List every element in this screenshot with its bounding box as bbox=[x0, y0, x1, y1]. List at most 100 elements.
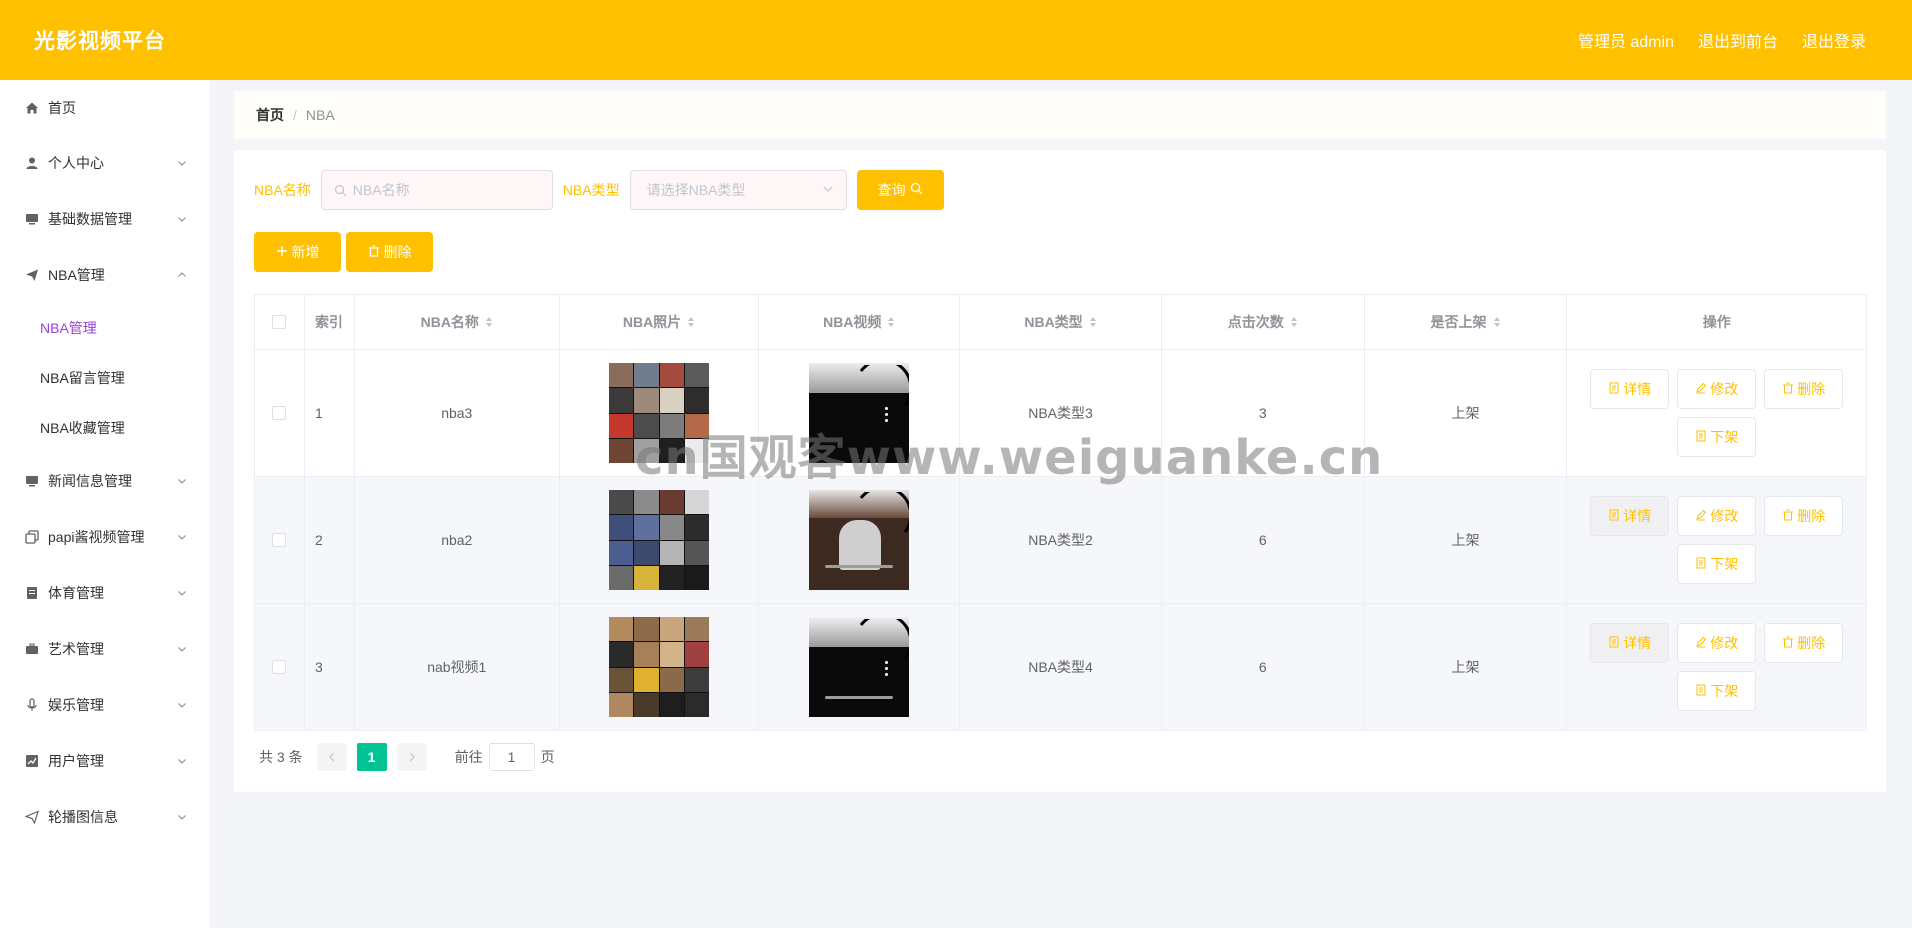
chart-icon bbox=[24, 753, 40, 769]
chevron-up-icon bbox=[176, 269, 188, 281]
nba-photo-thumbnail[interactable] bbox=[609, 363, 710, 463]
type-filter-label: NBA类型 bbox=[562, 182, 620, 198]
sidebar-item-papi[interactable]: papi酱视频管理 bbox=[0, 509, 210, 565]
row-clicks: 6 bbox=[1162, 477, 1365, 603]
row-video-cell bbox=[759, 350, 961, 476]
header-index: 索引 bbox=[305, 295, 355, 349]
row-video-cell bbox=[759, 604, 961, 730]
header-shelf[interactable]: 是否上架 bbox=[1365, 295, 1568, 349]
document-icon bbox=[1695, 429, 1707, 445]
sidebar-item-art[interactable]: 艺术管理 bbox=[0, 621, 210, 677]
delete-button[interactable]: 删除 bbox=[1764, 369, 1844, 409]
sidebar-item-carousel[interactable]: 轮播图信息 bbox=[0, 789, 210, 845]
row-clicks: 6 bbox=[1162, 604, 1365, 730]
sidebar-item-home[interactable]: 首页 bbox=[0, 80, 210, 135]
sidebar-item-news[interactable]: 新闻信息管理 bbox=[0, 453, 210, 509]
chevron-down-icon bbox=[176, 643, 188, 655]
detail-button[interactable]: 详情 bbox=[1590, 369, 1670, 409]
submenu-item-nba-messages[interactable]: NBA留言管理 bbox=[0, 353, 210, 403]
logout-link[interactable]: 退出登录 bbox=[1802, 28, 1866, 52]
query-button[interactable]: 查询 bbox=[856, 170, 944, 210]
select-all-checkbox[interactable] bbox=[272, 315, 287, 329]
chevron-down-icon bbox=[822, 182, 834, 198]
sidebar-item-base-data[interactable]: 基础数据管理 bbox=[0, 191, 210, 247]
nba-video-thumbnail[interactable] bbox=[809, 363, 910, 463]
sidebar-item-users[interactable]: 用户管理 bbox=[0, 733, 210, 789]
sidebar-item-label: 基础数据管理 bbox=[48, 211, 132, 227]
submenu-item-nba-manage[interactable]: NBA管理 bbox=[0, 303, 210, 353]
delete-button[interactable]: 删除 bbox=[1764, 496, 1844, 536]
edit-button[interactable]: 修改 bbox=[1677, 369, 1757, 409]
off-shelf-button[interactable]: 下架 bbox=[1677, 417, 1757, 457]
sort-icon[interactable] bbox=[1290, 316, 1298, 328]
header-photo[interactable]: NBA照片 bbox=[560, 295, 760, 349]
nba-photo-thumbnail[interactable] bbox=[609, 617, 710, 717]
bulk-delete-button[interactable]: 删除 bbox=[346, 232, 433, 272]
sidebar-item-personal[interactable]: 个人中心 bbox=[0, 135, 210, 191]
sidebar-item-label: 娱乐管理 bbox=[48, 697, 104, 713]
header-select-all[interactable] bbox=[255, 295, 305, 349]
add-button[interactable]: 新增 bbox=[254, 232, 341, 272]
row-clicks: 3 bbox=[1162, 350, 1365, 476]
row-checkbox[interactable] bbox=[272, 660, 287, 674]
monitor-icon bbox=[24, 473, 40, 489]
row-select[interactable] bbox=[255, 604, 305, 730]
off-shelf-button[interactable]: 下架 bbox=[1677, 544, 1757, 584]
delete-label: 删除 bbox=[383, 244, 412, 260]
page-number-current[interactable]: 1 bbox=[356, 743, 387, 771]
breadcrumb-home[interactable]: 首页 bbox=[256, 105, 284, 125]
sidebar-item-label: 用户管理 bbox=[48, 753, 104, 769]
row-select[interactable] bbox=[255, 477, 305, 603]
header-name[interactable]: NBA名称 bbox=[355, 295, 560, 349]
sort-icon[interactable] bbox=[1493, 316, 1501, 328]
table-row: 1 nba3 NBA类型3 3 上架 详情 修改 删除 下架 bbox=[255, 350, 1866, 477]
edit-button[interactable]: 修改 bbox=[1677, 496, 1757, 536]
user-icon bbox=[24, 155, 40, 171]
off-shelf-label: 下架 bbox=[1710, 429, 1739, 445]
sidebar-item-entertainment[interactable]: 娱乐管理 bbox=[0, 677, 210, 733]
detail-button[interactable]: 详情 bbox=[1590, 623, 1670, 663]
detail-button[interactable]: 详情 bbox=[1590, 496, 1670, 536]
off-shelf-button[interactable]: 下架 bbox=[1677, 671, 1757, 711]
table-body: 1 nba3 NBA类型3 3 上架 详情 修改 删除 下架 2 nba2 NB… bbox=[255, 350, 1866, 731]
type-select[interactable]: 请选择NBA类型 bbox=[629, 170, 847, 210]
breadcrumb-current: NBA bbox=[305, 107, 335, 123]
send-icon bbox=[24, 809, 40, 825]
delete-button[interactable]: 删除 bbox=[1764, 623, 1844, 663]
row-select[interactable] bbox=[255, 350, 305, 476]
goto-page-input[interactable]: 1 bbox=[488, 743, 535, 771]
document-icon bbox=[1608, 381, 1620, 397]
name-search-placeholder: NBA名称 bbox=[352, 182, 410, 198]
sort-icon[interactable] bbox=[687, 316, 695, 328]
chevron-down-icon bbox=[176, 531, 188, 543]
header-ops: 操作 bbox=[1702, 314, 1731, 330]
header-photo-label: NBA照片 bbox=[622, 314, 682, 330]
sort-icon[interactable] bbox=[485, 316, 493, 328]
submenu-item-nba-favorites[interactable]: NBA收藏管理 bbox=[0, 403, 210, 453]
sidebar-item-sports[interactable]: 体育管理 bbox=[0, 565, 210, 621]
sidebar-item-nba[interactable]: NBA管理 bbox=[0, 247, 210, 303]
copy-icon bbox=[24, 529, 40, 545]
to-front-link[interactable]: 退出到前台 bbox=[1698, 28, 1778, 52]
header-video[interactable]: NBA视频 bbox=[759, 295, 961, 349]
row-name: nba2 bbox=[355, 477, 560, 603]
nba-photo-thumbnail[interactable] bbox=[609, 490, 710, 590]
nba-video-thumbnail[interactable] bbox=[809, 617, 910, 717]
header-type[interactable]: NBA类型 bbox=[960, 295, 1162, 349]
trash-icon bbox=[1782, 508, 1794, 524]
name-search-input[interactable]: NBA名称 bbox=[320, 170, 553, 210]
row-checkbox[interactable] bbox=[272, 406, 287, 420]
row-checkbox[interactable] bbox=[272, 533, 287, 547]
sort-icon[interactable] bbox=[1089, 316, 1097, 328]
prev-page-button[interactable] bbox=[316, 743, 347, 771]
more-vertical-icon bbox=[885, 661, 889, 679]
edit-label: 修改 bbox=[1710, 635, 1739, 651]
row-index: 2 bbox=[305, 477, 355, 603]
pagination: 共 3 条 1 前往 1 页 bbox=[259, 743, 555, 771]
header-clicks[interactable]: 点击次数 bbox=[1162, 295, 1365, 349]
next-page-button[interactable] bbox=[396, 743, 427, 771]
pencil-icon bbox=[1695, 508, 1707, 524]
sort-icon[interactable] bbox=[887, 316, 895, 328]
nba-video-thumbnail[interactable] bbox=[809, 490, 910, 590]
edit-button[interactable]: 修改 bbox=[1677, 623, 1757, 663]
